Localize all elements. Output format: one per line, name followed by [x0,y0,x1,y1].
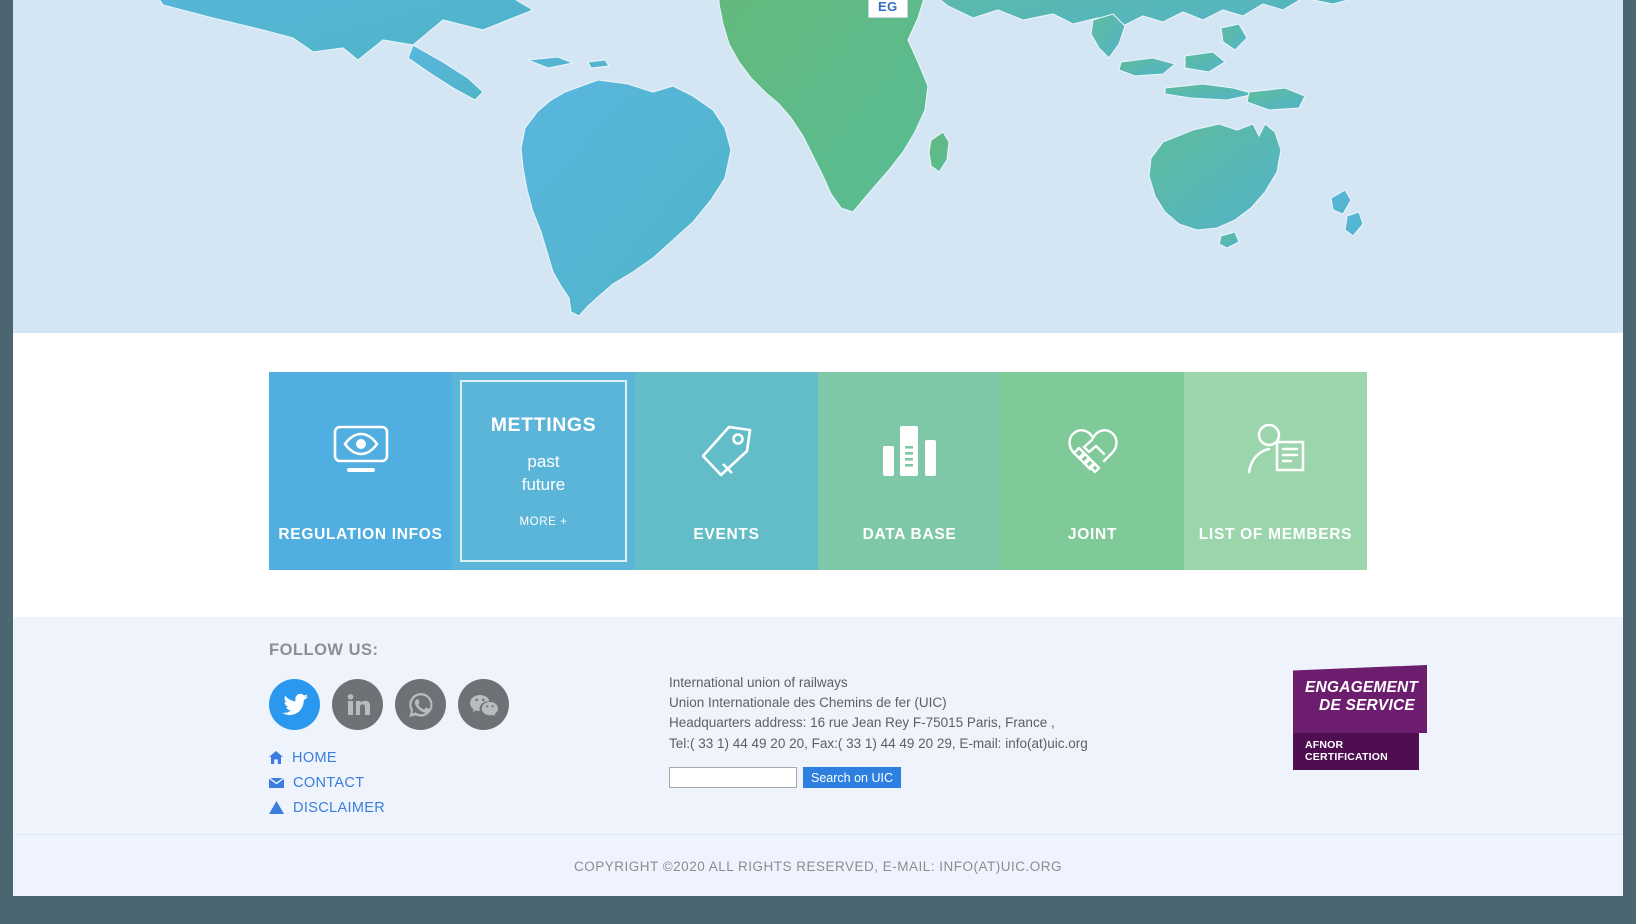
eye-monitor-icon [269,424,452,476]
contact-line-2: Union Internationale des Chemins de fer … [669,695,947,711]
afnor-badge-top: ENGAGEMENT DE SERVICE [1293,665,1427,733]
tag-icon [635,424,818,478]
warning-triangle-icon [269,801,284,814]
tile-mettings[interactable]: METTINGS past future MORE + [452,372,635,570]
tile-mettings-future[interactable]: future [522,474,565,497]
contact-line-3: Headquarters address: 16 rue Jean Rey F-… [669,715,1055,731]
search-submit-button[interactable]: Search on UIC [803,767,901,788]
tile-label: DATA BASE [862,526,957,543]
footer-link-label: HOME [292,749,337,766]
tile-label: JOINT [1067,526,1118,543]
map-country-tooltip-eg: EG [868,0,908,18]
tile-data-base[interactable]: DATA BASE [818,372,1001,570]
world-map-svg[interactable] [13,0,1623,333]
footer-link-label: CONTACT [293,774,365,791]
footer-link-label: DISCLAIMER [293,799,386,816]
linkedin-icon [346,693,370,717]
copyright-bar: COPYRIGHT ©2020 ALL RIGHTS RESERVED, E-M… [13,835,1623,896]
tile-mettings-past[interactable]: past [527,451,559,474]
tile-list-of-members[interactable]: LIST OF MEMBERS [1184,372,1367,570]
tile-label: EVENTS [693,526,760,543]
footer-links: HOME CONTACT DISCLAIMER [269,745,385,820]
contact-info: International union of railways Union In… [669,673,1088,754]
bar-chart-icon [818,424,1001,476]
world-map[interactable]: EG [13,0,1623,333]
search-input[interactable] [669,767,797,788]
person-document-icon [1184,424,1367,476]
afnor-line-1: ENGAGEMENT [1305,679,1419,696]
handshake-heart-icon [1001,424,1184,476]
social-whatsapp[interactable] [395,679,446,730]
footer-link-disclaimer[interactable]: DISCLAIMER [269,795,385,820]
twitter-icon [281,693,309,717]
tile-joint[interactable]: JOINT [1001,372,1184,570]
afnor-line-3: AFNOR CERTIFICATION [1293,733,1419,770]
footer-link-contact[interactable]: CONTACT [269,770,385,795]
tile-regulation-infos[interactable]: REGULATION INFOS [269,372,452,570]
copyright-text: COPYRIGHT ©2020 ALL RIGHTS RESERVED, E-M… [573,858,1063,874]
quicklinks-band: REGULATION INFOS METTINGS past future MO… [13,333,1623,617]
tile-label: LIST OF MEMBERS [1198,526,1353,543]
home-icon [269,751,283,764]
tile-label: REGULATION INFOS [278,526,443,543]
tile-mettings-border: METTINGS past future MORE + [460,380,627,562]
envelope-icon [269,776,284,789]
quicklinks-tiles: REGULATION INFOS METTINGS past future MO… [269,372,1367,570]
follow-us-heading: FOLLOW US: [269,641,379,659]
social-twitter[interactable] [269,679,320,730]
afnor-line-2: DE SERVICE [1319,697,1415,714]
social-links [269,679,509,730]
social-wechat[interactable] [458,679,509,730]
afnor-certification-badge: ENGAGEMENT DE SERVICE AFNOR CERTIFICATIO… [1293,665,1427,770]
page-frame: EG REGULATION INFOS METTINGS past future… [13,0,1623,896]
site-search: Search on UIC [669,767,901,788]
footer-link-home[interactable]: HOME [269,745,385,770]
contact-line-1: International union of railways [669,675,848,690]
site-footer: FOLLOW US: HOME CONTACT DISCLAIMER Inter… [13,617,1623,835]
tile-events[interactable]: EVENTS [635,372,818,570]
social-linkedin[interactable] [332,679,383,730]
contact-line-4: Tel:( 33 1) 44 49 20 20, Fax:( 33 1) 44 … [669,735,1088,751]
whatsapp-icon [407,691,435,719]
tile-label: METTINGS [490,414,597,437]
tile-mettings-more-link[interactable]: MORE + [519,516,567,528]
wechat-icon [469,692,499,718]
